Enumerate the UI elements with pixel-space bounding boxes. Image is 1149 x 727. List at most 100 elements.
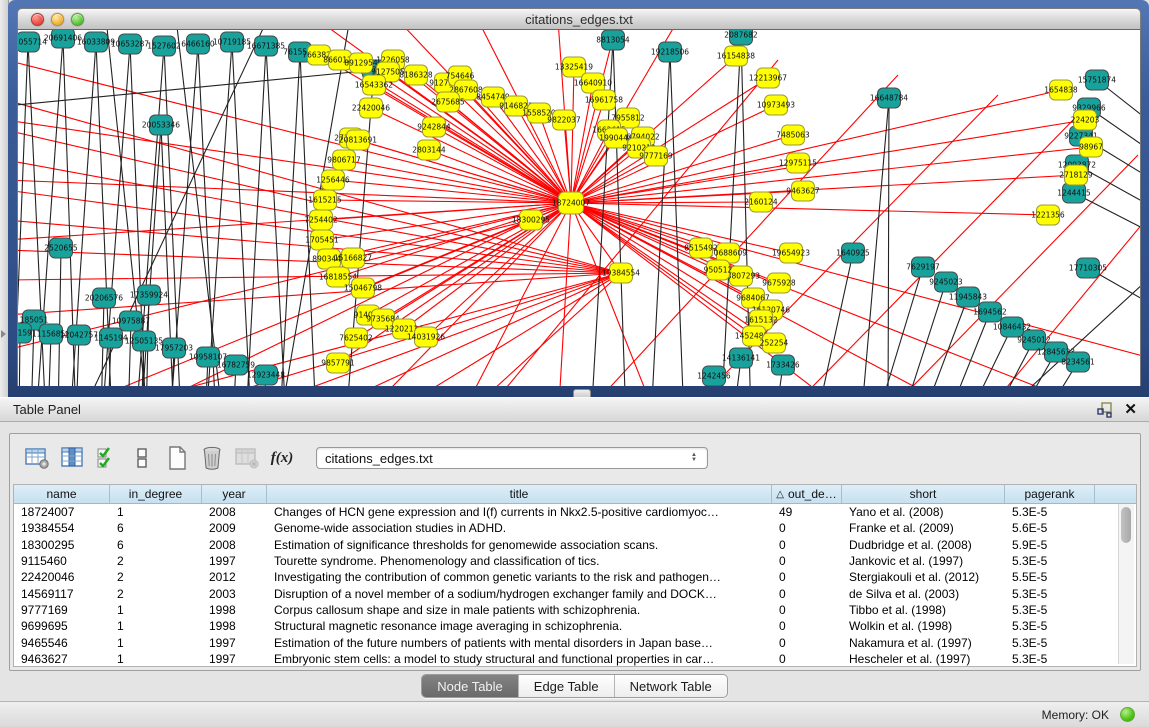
table-row[interactable]: 911546021997Tourette syndrome. Phenomeno… — [14, 553, 1136, 569]
graph-node[interactable]: 6466160 — [181, 34, 215, 54]
table-row[interactable]: 1456911722003Disruption of a novel membe… — [14, 585, 1136, 601]
graph-node[interactable]: 20053346 — [142, 115, 180, 135]
tab-network-table[interactable]: Network Table — [614, 675, 727, 697]
graph-node[interactable]: 2520655 — [44, 238, 78, 258]
graph-edge[interactable] — [206, 42, 232, 386]
graph-node[interactable]: 16671385 — [247, 36, 285, 56]
graph-node[interactable]: 1256446 — [316, 170, 350, 190]
graph-node[interactable]: 1244415 — [1057, 183, 1091, 203]
new-column-icon[interactable] — [162, 444, 192, 472]
graph-node[interactable]: 1527602 — [147, 36, 181, 56]
graph-edge[interactable] — [58, 248, 61, 386]
graph-edge[interactable] — [921, 297, 968, 386]
graph-node[interactable]: 2087682 — [724, 30, 758, 45]
graph-node[interactable]: 1654838 — [1044, 80, 1078, 100]
graph-node[interactable]: 1640925 — [836, 243, 870, 263]
graph-node[interactable]: 24055714 — [18, 32, 47, 52]
column-header-year[interactable]: year — [202, 485, 267, 503]
graph-edge[interactable] — [358, 140, 571, 203]
row-options-icon[interactable] — [127, 444, 157, 472]
table-row[interactable]: 969969511998Structural magnetic resonanc… — [14, 618, 1136, 634]
graph-node[interactable]: 224203 — [1071, 110, 1100, 130]
graph-edge[interactable] — [571, 175, 1076, 203]
table-settings-icon[interactable] — [22, 444, 52, 472]
graph-node[interactable]: 39159 — [18, 323, 32, 343]
graph-edge[interactable] — [571, 203, 858, 386]
graph-node[interactable]: 19218506 — [651, 42, 689, 62]
table-row[interactable]: 1830029562008Estimation of significance … — [14, 537, 1136, 553]
graph-edge[interactable] — [458, 203, 571, 386]
graph-node[interactable]: 252254 — [760, 333, 789, 353]
graph-node[interactable]: 9806717 — [327, 150, 361, 170]
graph-edge[interactable] — [280, 52, 300, 386]
graph-node[interactable]: 7485063 — [776, 125, 810, 145]
graph-edge[interactable] — [861, 98, 889, 386]
graph-edge[interactable] — [18, 180, 571, 203]
table-row[interactable]: 946362711997Embryonic stem cells: a mode… — [14, 651, 1136, 667]
graph-node[interactable]: 14136141 — [722, 348, 760, 368]
graph-edge[interactable] — [18, 203, 571, 240]
graph-node[interactable]: 1242456 — [697, 366, 731, 386]
graph-edge[interactable] — [266, 46, 286, 386]
graph-edge[interactable] — [232, 42, 251, 386]
table-row[interactable]: 946554611997Estimation of the future num… — [14, 634, 1136, 650]
column-visibility-icon[interactable] — [57, 444, 87, 472]
network-window-titlebar[interactable]: citations_edges.txt — [17, 8, 1141, 30]
graph-node[interactable]: 8813054 — [596, 30, 630, 50]
column-header-out_degree[interactable]: △out_de… — [772, 485, 842, 503]
graph-node[interactable]: 12975115 — [779, 153, 817, 173]
graph-edge[interactable] — [558, 203, 571, 386]
table-row[interactable]: 1938455462009Genome-wide association stu… — [14, 520, 1136, 536]
graph-node[interactable]: 10653287 — [111, 34, 149, 54]
graph-node[interactable]: 10973493 — [757, 95, 795, 115]
graph-edge[interactable] — [946, 312, 990, 386]
graph-edge[interactable] — [678, 95, 998, 386]
column-header-in_degree[interactable]: in_degree — [110, 485, 202, 503]
graph-edge[interactable] — [651, 52, 670, 386]
delete-column-icon[interactable] — [197, 444, 227, 472]
graph-node[interactable]: 2160124 — [744, 192, 778, 212]
table-row[interactable]: 2242004622012Investigating the contribut… — [14, 569, 1136, 585]
graph-node[interactable]: 12213967 — [749, 68, 787, 88]
graph-edge[interactable] — [571, 203, 1048, 215]
graph-edge[interactable] — [670, 52, 684, 386]
column-header-pagerank[interactable]: pagerank — [1005, 485, 1095, 503]
graph-node[interactable]: 19654923 — [772, 243, 810, 263]
graph-node[interactable]: 17710305 — [1069, 258, 1107, 278]
graph-node[interactable]: 15751874 — [1078, 70, 1116, 90]
graph-node[interactable]: 10719185 — [213, 32, 251, 52]
memory-status-indicator[interactable] — [1120, 707, 1135, 722]
tab-edge-table[interactable]: Edge Table — [518, 675, 614, 697]
import-table-icon[interactable] — [232, 444, 262, 472]
collapse-arrow-icon[interactable] — [1, 330, 6, 338]
graph-edge[interactable] — [571, 203, 701, 248]
table-vertical-scrollbar[interactable] — [1118, 504, 1134, 664]
graph-edge[interactable] — [164, 46, 181, 386]
network-canvas[interactable]: 1872400719384554183002952405571420691406… — [17, 30, 1141, 386]
table-selector-dropdown[interactable]: citations_edges.txt ▲▼ — [316, 447, 708, 469]
table-row[interactable]: 977716911998Corpus callosum shape and si… — [14, 602, 1136, 618]
select-columns-icon[interactable] — [92, 444, 122, 472]
column-header-short[interactable]: short — [842, 485, 1005, 503]
function-builder-icon[interactable]: f(x) — [267, 444, 297, 472]
graph-node[interactable]: 16648784 — [870, 88, 908, 108]
graph-node[interactable]: 20206576 — [85, 288, 123, 308]
table-row[interactable]: 1872400712008Changes of HCN gene express… — [14, 504, 1136, 520]
close-panel-icon[interactable]: ✕ — [1124, 400, 1137, 420]
graph-node[interactable]: 16154838 — [717, 46, 755, 66]
graph-node[interactable]: 9463627 — [786, 181, 820, 201]
column-header-name[interactable]: name — [14, 485, 110, 503]
graph-node[interactable]: 7629197 — [906, 257, 940, 277]
graph-edge[interactable] — [888, 98, 889, 386]
graph-node[interactable]: 1221356 — [1031, 205, 1065, 225]
graph-node[interactable]: 98967 — [1079, 137, 1103, 157]
graph-node[interactable]: 1733426 — [766, 355, 800, 375]
column-header-title[interactable]: title — [267, 485, 772, 503]
tab-node-table[interactable]: Node Table — [422, 675, 518, 697]
graph-edge[interactable] — [429, 150, 571, 203]
graph-node[interactable]: 12042757 — [60, 325, 98, 345]
graph-node[interactable]: 7254402 — [304, 210, 338, 230]
graph-node[interactable]: 950512 — [704, 260, 733, 280]
scrollbar-thumb[interactable] — [1121, 507, 1131, 543]
float-panel-icon[interactable] — [1097, 402, 1113, 418]
